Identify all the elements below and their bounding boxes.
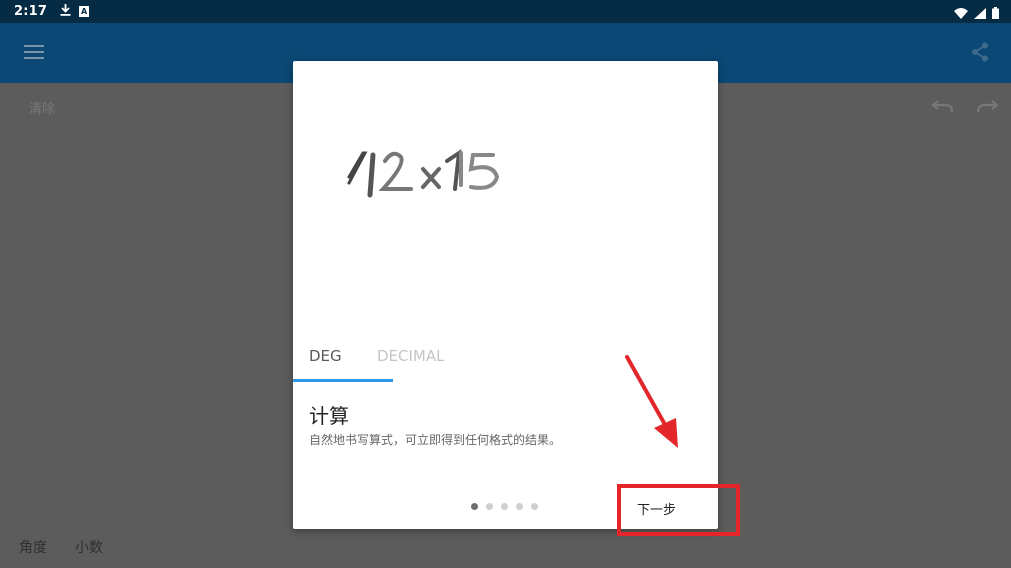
status-time: 2:17 xyxy=(14,4,48,19)
page-dot xyxy=(516,503,523,510)
wifi-icon xyxy=(954,4,968,23)
hamburger-menu-icon[interactable] xyxy=(24,45,44,61)
page-dot xyxy=(486,503,493,510)
battery-icon xyxy=(992,4,999,23)
handwriting-sample xyxy=(343,139,533,213)
page-dot xyxy=(531,503,538,510)
dialog-title: 计算 xyxy=(309,404,349,428)
page-indicator xyxy=(471,503,538,510)
dialog-description: 自然地书写算式，可立即得到任何格式的结果。 xyxy=(309,433,562,447)
redo-icon[interactable] xyxy=(976,98,999,117)
angle-mode-button[interactable]: 角度 xyxy=(19,537,47,557)
undo-icon[interactable] xyxy=(931,98,954,117)
page-dot xyxy=(471,503,478,510)
a-box-icon: A xyxy=(79,6,90,17)
tab-indicator xyxy=(293,379,393,382)
download-icon xyxy=(60,3,71,20)
share-icon[interactable] xyxy=(971,42,989,66)
tab-decimal[interactable]: DECIMAL xyxy=(377,347,445,365)
tab-deg[interactable]: DEG xyxy=(309,347,342,365)
annotation-highlight-box xyxy=(617,484,740,536)
annotation-arrow-icon xyxy=(610,350,690,459)
page-dot xyxy=(501,503,508,510)
decimal-mode-button[interactable]: 小数 xyxy=(75,537,103,557)
clear-button[interactable]: 清除 xyxy=(29,98,55,117)
signal-icon xyxy=(974,4,986,23)
status-bar: 2:17 A xyxy=(0,0,1011,23)
